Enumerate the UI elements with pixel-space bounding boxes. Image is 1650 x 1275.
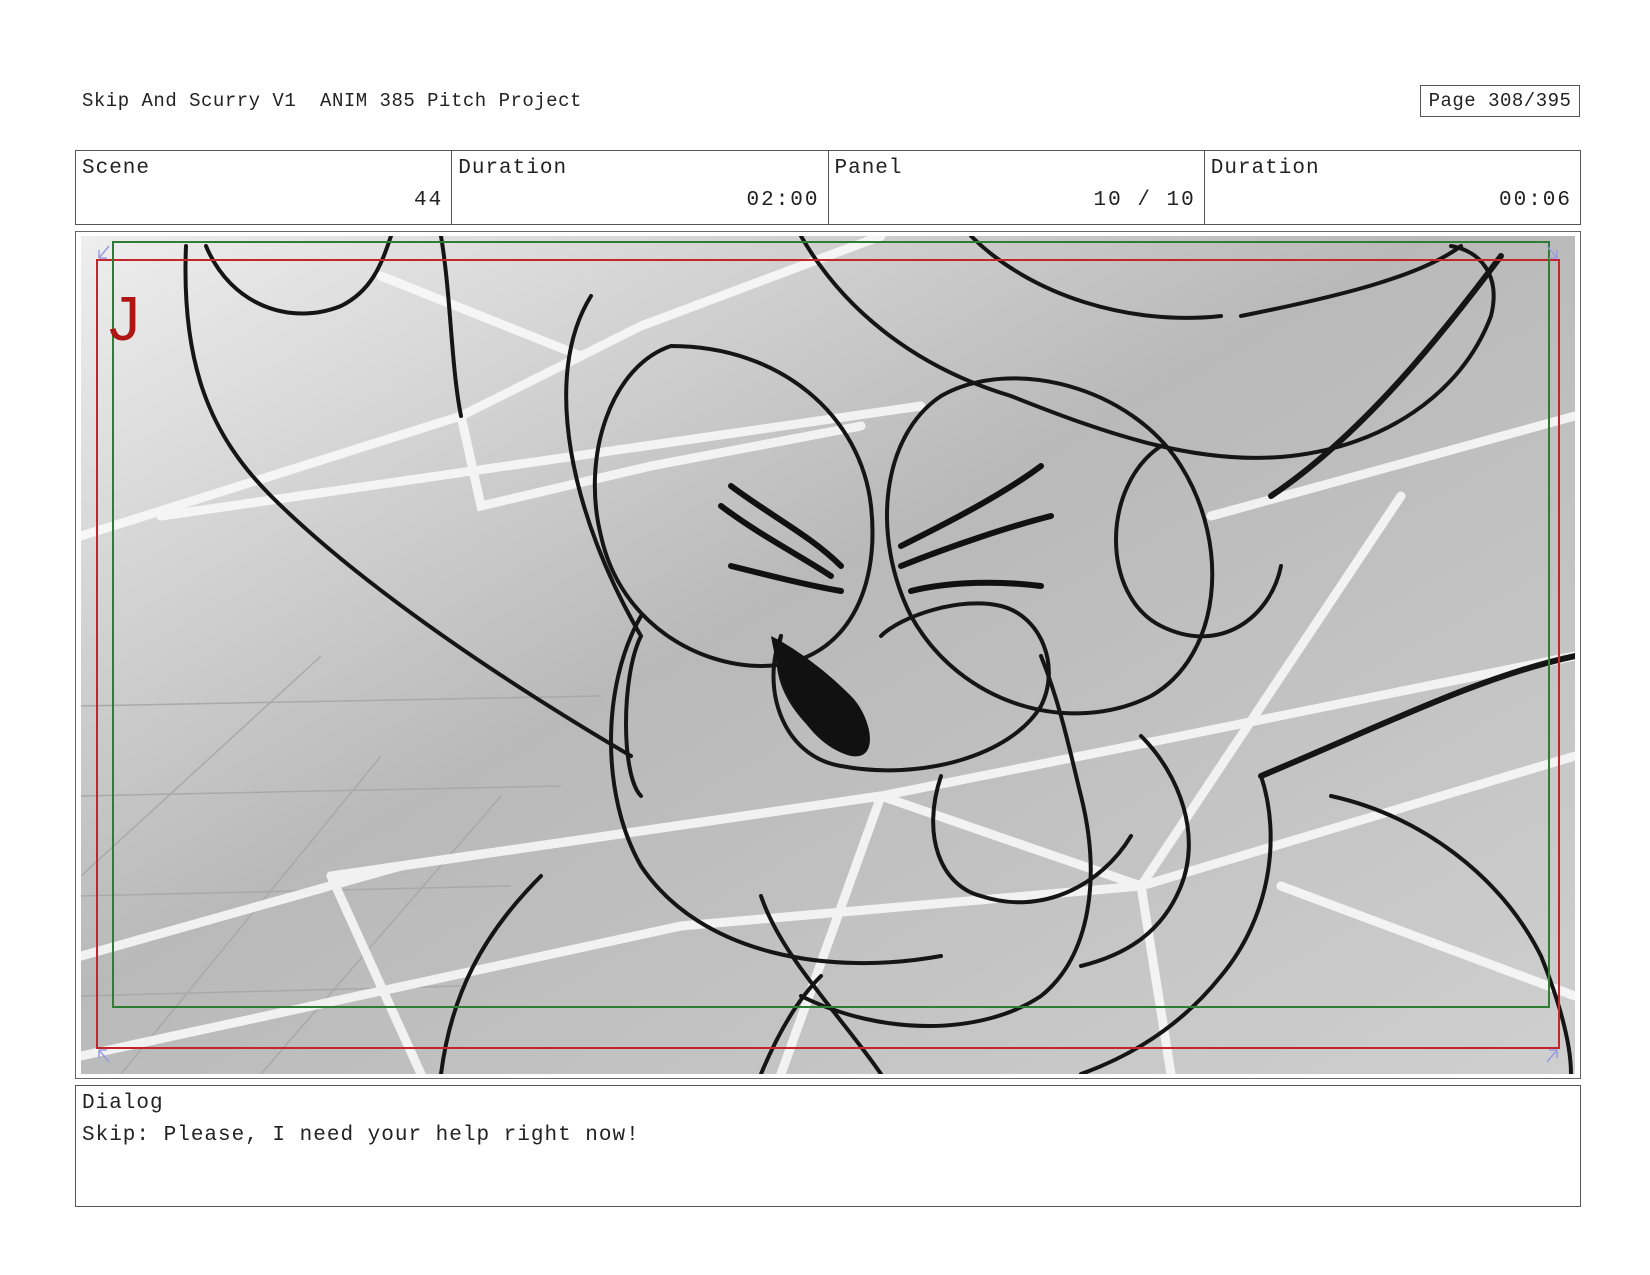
scene-duration-value: 02:00	[746, 189, 820, 212]
scene-duration-label: Duration	[458, 157, 568, 180]
scene-duration-cell: Duration 02:00	[452, 151, 829, 224]
scene-label: Scene	[82, 157, 151, 180]
dialog-label: Dialog	[82, 1092, 164, 1115]
panel-duration-value: 00:06	[1498, 189, 1572, 212]
storyboard-panel: J	[75, 231, 1581, 1079]
panel-label: Panel	[834, 157, 903, 180]
panel-duration-label: Duration	[1210, 157, 1320, 180]
page-indicator: Page 308/395	[1420, 85, 1580, 117]
scene-value: 44	[414, 189, 444, 212]
scene-cell: Scene 44	[76, 151, 453, 224]
project-title: Skip And Scurry V1 ANIM 385 Pitch Projec…	[82, 90, 582, 112]
panel-marker: J	[109, 285, 140, 354]
panel-value: 10 / 10	[1093, 189, 1196, 212]
panel-info-row: Scene 44 Duration 02:00 Panel 10 / 10 Du…	[75, 150, 1581, 225]
dialog-text: Skip: Please, I need your help right now…	[82, 1124, 640, 1147]
dialog-box: Dialog Skip: Please, I need your help ri…	[75, 1085, 1581, 1207]
panel-drawing: J	[81, 236, 1575, 1074]
panel-cell: Panel 10 / 10	[829, 151, 1205, 224]
panel-duration-cell: Duration 00:06	[1205, 151, 1580, 224]
